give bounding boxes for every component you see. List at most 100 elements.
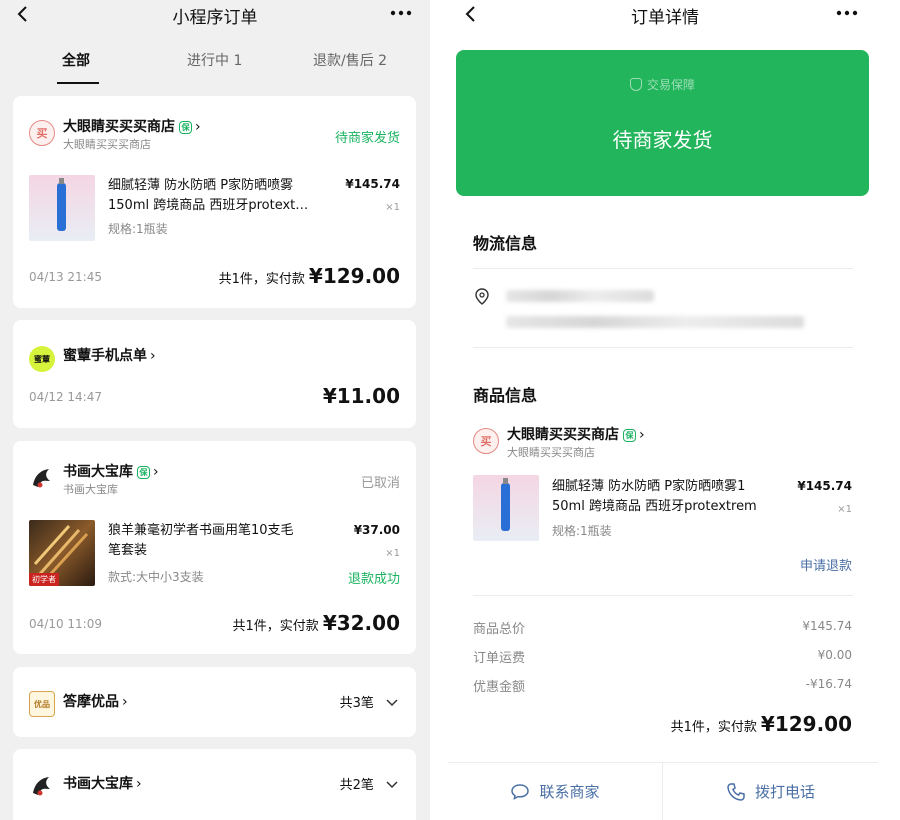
product-title-line1: 细腻轻薄 防水防晒 P家防晒喷雾1 — [552, 479, 746, 494]
shop-logo: 蜜蕈 — [29, 346, 55, 372]
shop-name-link[interactable]: 大眼睛买买买商店保 › — [507, 424, 645, 444]
order-total: 共1件，实付款 ¥32.00 — [233, 611, 400, 635]
total-label: 共1件，实付款 — [218, 272, 305, 287]
total-value: ¥129.00 — [308, 264, 400, 288]
page-title: 订单详情 — [631, 8, 699, 28]
tab-all[interactable]: 全部 — [62, 50, 90, 70]
refund-status: 退款成功 — [347, 572, 400, 587]
shop-name: 大眼睛买买买商店 — [507, 427, 619, 443]
fee-label-subtotal: 商品总价 — [473, 622, 526, 637]
order-count-toggle[interactable]: 共3笔 — [340, 692, 398, 711]
order-detail-screen: 订单详情 交易保障 待商家发货 物流信息 商品信息 买 大眼睛买买买商店保 › 大… — [430, 0, 900, 820]
product-quantity: ×1 — [385, 202, 400, 213]
redacted-address-line1 — [506, 290, 654, 302]
order-card[interactable]: 蜜蕈 蜜蕈手机点单 › 04/12 14:47 ¥11.00 — [13, 320, 416, 428]
order-count-toggle[interactable]: 共2笔 — [340, 774, 398, 793]
divider — [473, 595, 853, 596]
order-count: 共2笔 — [339, 778, 374, 793]
tab-bar: 全部 进行中 1 退款/售后 2 — [0, 46, 430, 84]
fee-value-subtotal: ¥145.74 — [802, 619, 852, 633]
divider — [473, 347, 853, 348]
product-spec: 款式:大中小3支装 — [108, 570, 204, 584]
verified-badge-icon: 保 — [137, 466, 150, 479]
chevron-right-icon: › — [122, 694, 128, 710]
product-thumbnail[interactable] — [473, 475, 539, 541]
shop-subtitle: 大眼睛买买买商店 — [63, 138, 151, 151]
product-title-line2: 150ml 跨境商品 西班牙protext… — [108, 198, 309, 213]
order-group-card[interactable]: 优品 答摩优品 › 共3笔 — [13, 667, 416, 737]
shop-name: 蜜蕈手机点单 — [63, 348, 147, 364]
shop-name: 大眼睛买买买商店 — [63, 119, 175, 135]
redacted-address-line2 — [506, 316, 804, 328]
tab-refund[interactable]: 退款/售后 2 — [313, 50, 387, 70]
order-total: 共1件，实付款 ¥129.00 — [219, 264, 400, 288]
call-phone-button[interactable]: 拨打电话 — [663, 763, 878, 820]
total-value: ¥32.00 — [322, 611, 400, 635]
chevron-right-icon: › — [639, 427, 645, 443]
product-title-line1: 细腻轻薄 防水防晒 P家防晒喷雾 — [108, 178, 294, 193]
logistics-section-title: 物流信息 — [473, 234, 538, 253]
total-label: 共1件，实付款 — [670, 720, 757, 735]
shop-logo: 优品 — [29, 691, 55, 717]
chevron-down-icon — [386, 699, 398, 707]
product-quantity: ×1 — [837, 504, 852, 515]
order-list-screen: 小程序订单 全部 进行中 1 退款/售后 2 买 大眼睛买买买商店保 › 大眼睛买… — [0, 0, 430, 820]
goods-section-title: 商品信息 — [473, 386, 538, 405]
product-price: ¥145.74 — [797, 479, 852, 493]
guarantee-label: 交易保障 — [646, 78, 695, 92]
product-thumbnail[interactable] — [29, 175, 95, 241]
contact-merchant-button[interactable]: 联系商家 — [448, 763, 662, 820]
phone-icon — [727, 782, 745, 801]
shop-name-link[interactable]: 书画大宝库 › — [63, 773, 142, 793]
chat-bubble-icon — [511, 783, 530, 800]
shop-logo: 买 — [473, 428, 499, 454]
shop-name-link[interactable]: 书画大宝库保 › — [63, 461, 159, 481]
shop-name: 答摩优品 — [63, 694, 119, 710]
order-count: 共3笔 — [339, 696, 374, 711]
verified-badge-icon: 保 — [623, 429, 636, 442]
product-spec: 规格:1瓶装 — [108, 222, 168, 236]
product-thumbnail[interactable]: 初学者 — [29, 520, 95, 586]
shop-name: 书画大宝库 — [63, 464, 133, 480]
product-price: ¥37.00 — [353, 523, 400, 537]
product-title-line1: 狼羊兼毫初学者书画用笔10支毛 — [108, 523, 294, 538]
call-phone-label: 拨打电话 — [754, 783, 815, 801]
fee-label-shipping: 订单运费 — [473, 651, 526, 666]
chevron-down-icon — [386, 781, 398, 789]
more-icon[interactable] — [388, 5, 414, 21]
product-spec: 规格:1瓶装 — [552, 524, 612, 538]
chevron-right-icon: › — [195, 119, 201, 135]
fee-value-shipping: ¥0.00 — [817, 648, 852, 662]
banner-status-text: 待商家发货 — [612, 128, 713, 152]
spray-bottle-image — [57, 178, 66, 231]
shop-name-link[interactable]: 大眼睛买买买商店保 › — [63, 116, 201, 136]
total-value: ¥129.00 — [760, 712, 852, 736]
order-status-banner: 交易保障 待商家发货 — [456, 50, 869, 196]
product-title-line2: 50ml 跨境商品 西班牙protextrem — [552, 499, 757, 514]
order-card[interactable]: 书画大宝库保 › 书画大宝库 已取消 初学者 狼羊兼毫初学者书画用笔10支毛 笔套… — [13, 441, 416, 654]
horse-logo-icon — [33, 777, 50, 796]
shop-logo: 买 — [29, 120, 55, 146]
nav-bar: 订单详情 — [430, 0, 900, 30]
thumbnail-tag: 初学者 — [29, 573, 59, 586]
fee-label-discount: 优惠金额 — [473, 680, 526, 695]
apply-refund-button[interactable]: 申请退款 — [800, 555, 852, 574]
order-group-card[interactable]: 书画大宝库 › 共2笔 — [13, 749, 416, 820]
horse-logo-icon — [33, 469, 50, 488]
more-icon[interactable] — [834, 5, 860, 21]
product-title-line2: 笔套装 — [108, 543, 148, 558]
order-date: 04/13 21:45 — [29, 270, 102, 284]
order-date: 04/10 11:09 — [29, 617, 102, 631]
location-pin-icon — [475, 288, 489, 305]
shop-name-link[interactable]: 蜜蕈手机点单 › — [63, 345, 156, 365]
tab-in-progress[interactable]: 进行中 1 — [187, 50, 242, 70]
shop-name-link[interactable]: 答摩优品 › — [63, 691, 128, 711]
total-value: ¥11.00 — [322, 384, 400, 408]
shield-icon — [629, 78, 642, 91]
order-status: 待商家发货 — [334, 131, 400, 146]
order-total: ¥11.00 — [319, 384, 400, 408]
contact-merchant-label: 联系商家 — [539, 783, 600, 801]
chevron-right-icon: › — [150, 348, 156, 364]
order-card[interactable]: 买 大眼睛买买买商店保 › 大眼睛买买买商店 待商家发货 细腻轻薄 防水防晒 P家… — [13, 96, 416, 308]
divider — [473, 268, 853, 269]
